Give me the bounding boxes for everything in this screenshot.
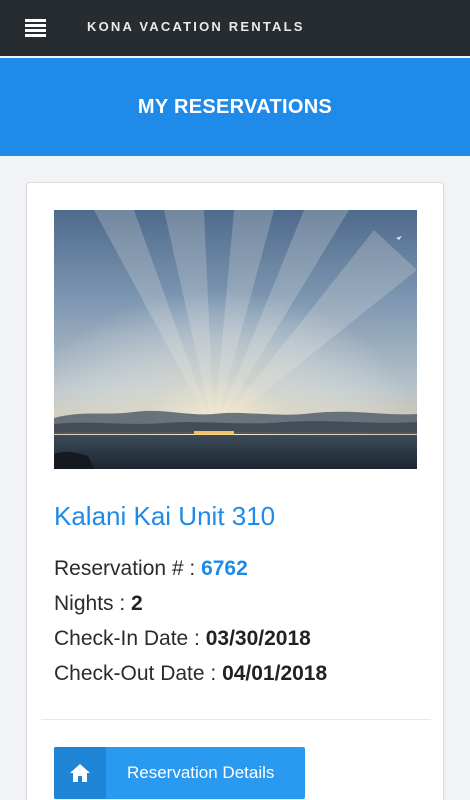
checkout-line: Check-Out Date : 04/01/2018 [54, 662, 327, 686]
hamburger-menu-icon[interactable] [20, 16, 52, 40]
brand-name[interactable]: KONA VACATION RENTALS [87, 19, 305, 34]
nights-line: Nights : 2 [54, 592, 143, 616]
checkin-value: 03/30/2018 [205, 627, 311, 650]
reservation-number-line: Reservation # : 6762 [54, 557, 248, 581]
checkin-label: Check-In Date : [54, 627, 206, 650]
checkin-line: Check-In Date : 03/30/2018 [54, 627, 311, 651]
nights-value: 2 [131, 592, 143, 615]
unit-name[interactable]: Kalani Kai Unit 310 [54, 501, 275, 532]
checkout-value: 04/01/2018 [222, 662, 328, 685]
reservation-details-label: Reservation Details [127, 763, 275, 782]
reservation-details-button[interactable]: Reservation Details [54, 747, 305, 799]
nights-label: Nights : [54, 592, 132, 615]
home-icon [54, 747, 106, 799]
reservation-card: Kalani Kai Unit 310 Reservation # : 6762… [26, 182, 444, 800]
checkout-label: Check-Out Date : [54, 662, 223, 685]
top-navbar: KONA VACATION RENTALS [0, 0, 470, 56]
property-photo [54, 210, 417, 469]
page-title-bar: MY RESERVATIONS [0, 58, 470, 156]
card-divider [41, 719, 431, 720]
reservation-number-label: Reservation # : [54, 557, 202, 580]
page-title: MY RESERVATIONS [137, 95, 333, 118]
reservation-number-value[interactable]: 6762 [201, 557, 248, 580]
